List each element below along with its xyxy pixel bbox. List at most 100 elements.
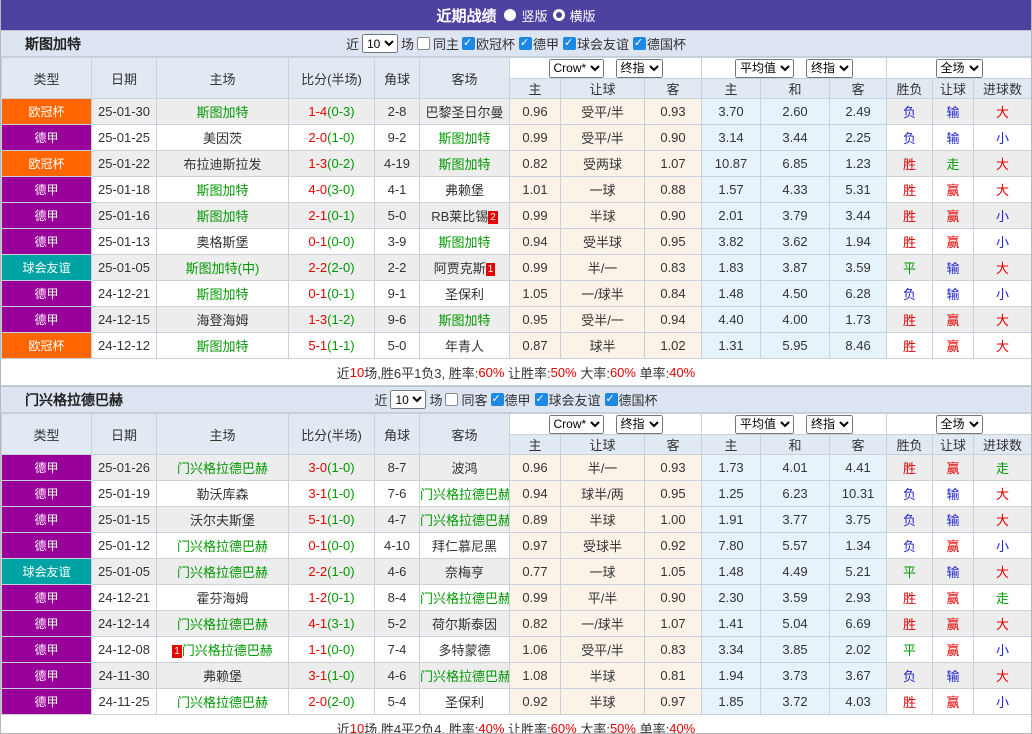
result-handicap: 输 bbox=[932, 280, 975, 307]
away-team-cell: 圣保利 bbox=[419, 280, 510, 307]
score-cell: 2-2(1-0) bbox=[288, 558, 375, 585]
match-date: 24-12-12 bbox=[91, 332, 157, 359]
fulltime-select[interactable]: 全场 bbox=[935, 58, 983, 78]
match-row: 德甲 24-12-14 门兴格拉德巴赫 4-1(3-1) 5-2 荷尔斯泰因 0… bbox=[1, 610, 1031, 637]
away-team-name: 弗赖堡 bbox=[444, 183, 484, 198]
home-team-name: 布拉迪斯拉发 bbox=[183, 157, 262, 172]
home-team-cell: 弗赖堡 bbox=[156, 662, 289, 689]
match-date: 24-12-08 bbox=[91, 636, 157, 663]
home-team-cell: 沃尔夫斯堡 bbox=[156, 506, 289, 533]
avg-draw-odds: 6.85 bbox=[760, 150, 831, 177]
result-outcome: 负 bbox=[886, 124, 934, 151]
bookmaker-select[interactable]: Crow* bbox=[548, 58, 604, 78]
competition-cell: 德甲 bbox=[1, 636, 92, 663]
result-outcome: 胜 bbox=[886, 228, 934, 255]
fulltime-score: 3-1 bbox=[308, 668, 328, 683]
red-card-badge: 2 bbox=[488, 211, 498, 225]
result-goals: 小 bbox=[973, 532, 1031, 559]
league-checkbox[interactable] bbox=[534, 392, 548, 406]
games-label: 场 bbox=[429, 393, 443, 408]
match-date: 25-01-19 bbox=[91, 480, 157, 507]
league-checkbox[interactable] bbox=[461, 36, 475, 50]
away-team-cell: 斯图加特 bbox=[419, 306, 510, 333]
same-away-checkbox[interactable] bbox=[445, 393, 459, 406]
col-winlose-header: 胜负 bbox=[886, 78, 934, 99]
final-odds-select-2[interactable]: 终指 bbox=[806, 58, 854, 78]
fulltime-score: 0-1 bbox=[308, 234, 328, 249]
avg-home-odds: 10.87 bbox=[701, 150, 762, 177]
near-label: 近 bbox=[345, 37, 359, 52]
away-team-name: 年青人 bbox=[444, 339, 484, 354]
col-goals-header: 进球数 bbox=[973, 78, 1031, 99]
score-cell: 0-1(0-0) bbox=[288, 532, 375, 559]
average-select[interactable]: 平均值 bbox=[735, 58, 795, 78]
avg-draw-odds: 3.85 bbox=[760, 636, 831, 663]
col-type-header: 类型 bbox=[1, 57, 92, 99]
league-filter-list: 德甲 球会友谊 德国杯 bbox=[490, 390, 658, 409]
crow-away-odds: 0.90 bbox=[643, 202, 703, 229]
col-type-header: 类型 bbox=[1, 413, 92, 455]
vertical-layout-radio[interactable] bbox=[504, 9, 517, 21]
col-avg-away-header: 客 bbox=[829, 78, 888, 99]
near-label: 近 bbox=[374, 393, 388, 408]
result-goals: 大 bbox=[973, 558, 1031, 585]
competition-cell: 德甲 bbox=[1, 506, 92, 533]
avg-home-odds: 1.57 bbox=[701, 176, 762, 203]
crow-home-odds: 0.97 bbox=[509, 532, 561, 559]
match-row: 德甲 25-01-26 门兴格拉德巴赫 3-0(1-0) 8-7 波鸿 0.96… bbox=[1, 454, 1031, 481]
score-cell: 3-0(1-0) bbox=[288, 454, 375, 481]
handicap-line: 受平/半 bbox=[560, 98, 645, 125]
average-select[interactable]: 平均值 bbox=[735, 414, 795, 434]
avg-draw-odds: 4.50 bbox=[760, 280, 831, 307]
final-odds-select-1[interactable]: 终指 bbox=[615, 58, 663, 78]
league-checkbox[interactable] bbox=[490, 392, 504, 406]
match-row: 德甲 25-01-25 美因茨 2-0(1-0) 9-2 斯图加特 0.99 受… bbox=[1, 124, 1031, 151]
result-outcome: 胜 bbox=[886, 306, 934, 333]
games-label: 场 bbox=[400, 37, 414, 52]
competition-cell: 德甲 bbox=[1, 176, 92, 203]
col-avg-home-header: 主 bbox=[701, 434, 762, 455]
result-goals: 大 bbox=[973, 332, 1031, 359]
avg-away-odds: 2.49 bbox=[829, 98, 888, 125]
crow-home-odds: 1.08 bbox=[509, 662, 561, 689]
col-score-header: 比分(半场) bbox=[288, 57, 375, 99]
crow-home-odds: 0.77 bbox=[509, 558, 561, 585]
final-odds-select-2[interactable]: 终指 bbox=[806, 414, 854, 434]
away-team-cell: 斯图加特 bbox=[419, 228, 510, 255]
score-cell: 2-1(0-1) bbox=[288, 202, 375, 229]
match-count-select[interactable]: 10 bbox=[390, 390, 427, 409]
bookmaker-select[interactable]: Crow* bbox=[548, 414, 604, 434]
avg-home-odds: 3.34 bbox=[701, 636, 762, 663]
corner-score: 9-1 bbox=[374, 280, 420, 307]
final-odds-select-1[interactable]: 终指 bbox=[615, 414, 663, 434]
home-team-name: 弗赖堡 bbox=[202, 669, 242, 684]
horizontal-layout-radio[interactable] bbox=[552, 9, 565, 21]
league-checkbox[interactable] bbox=[633, 36, 647, 50]
same-home-checkbox[interactable] bbox=[416, 37, 430, 50]
league-label: 德国杯 bbox=[618, 393, 658, 408]
halftime-score: (3-0) bbox=[327, 182, 355, 197]
match-row: 德甲 25-01-18 斯图加特 4-0(3-0) 4-1 弗赖堡 1.01 一… bbox=[1, 176, 1031, 203]
result-goals: 大 bbox=[973, 98, 1031, 125]
home-team-cell: 布拉迪斯拉发 bbox=[156, 150, 289, 177]
league-checkbox[interactable] bbox=[519, 36, 532, 50]
handicap-line: 受球半 bbox=[560, 532, 645, 559]
result-goals: 小 bbox=[973, 124, 1031, 151]
home-team-cell: 斯图加特 bbox=[156, 202, 289, 229]
handicap-line: 平/半 bbox=[560, 584, 645, 611]
away-team-name: 多特蒙德 bbox=[438, 643, 491, 658]
result-goals: 大 bbox=[973, 150, 1031, 177]
league-label: 欧冠杯 bbox=[475, 37, 515, 52]
handicap-line: 球半 bbox=[560, 332, 645, 359]
result-handicap: 输 bbox=[932, 98, 975, 125]
league-filter-item: 球会友谊 bbox=[534, 390, 601, 409]
match-count-select[interactable]: 10 bbox=[361, 34, 398, 53]
result-handicap: 赢 bbox=[932, 454, 975, 481]
fulltime-select[interactable]: 全场 bbox=[935, 414, 983, 434]
home-team-name: 斯图加特 bbox=[196, 339, 249, 354]
away-team-cell: 年青人 bbox=[419, 332, 510, 359]
fulltime-score: 5-1 bbox=[308, 512, 328, 527]
league-checkbox[interactable] bbox=[563, 36, 577, 50]
league-checkbox[interactable] bbox=[604, 392, 618, 406]
halftime-score: (1-1) bbox=[327, 338, 355, 353]
